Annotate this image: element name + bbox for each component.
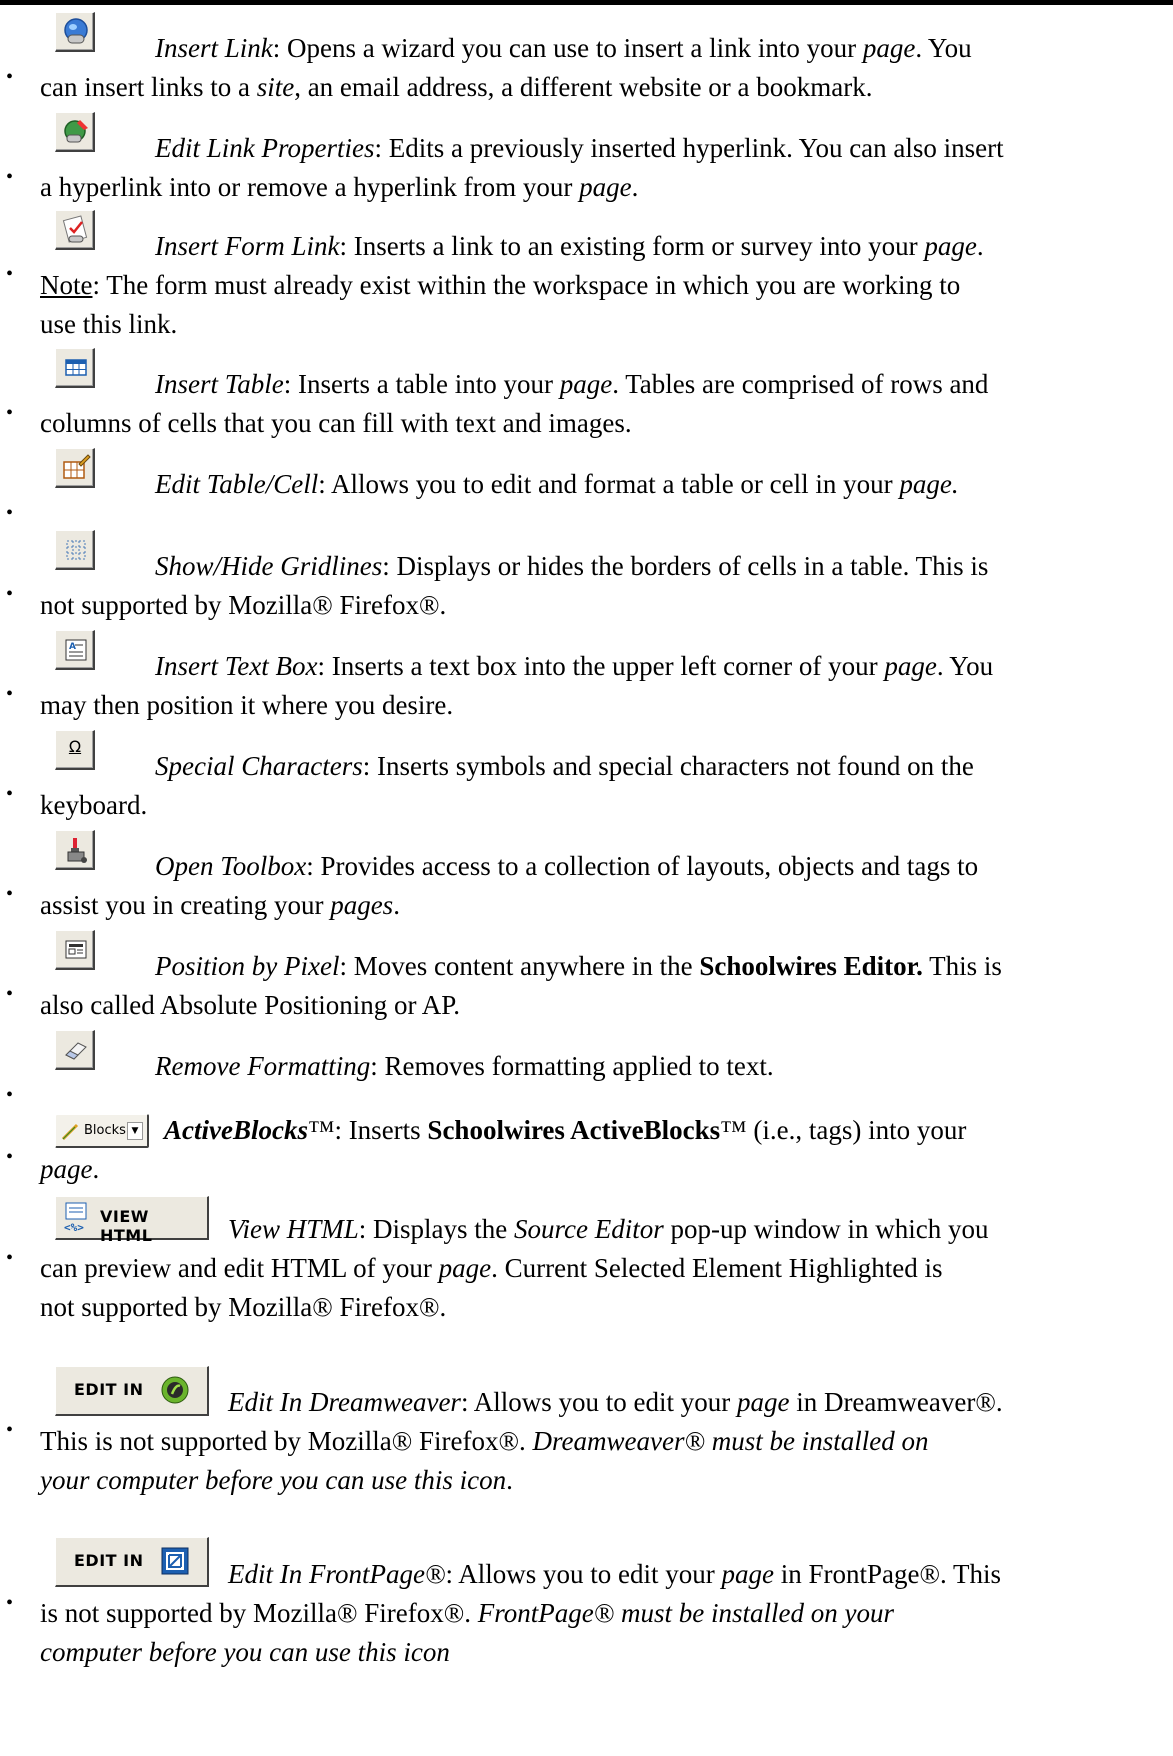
item-title: Insert Form Link — [155, 231, 340, 261]
insert-table-button[interactable] — [55, 348, 95, 388]
chevron-down-icon: ▼ — [127, 1122, 143, 1140]
bullet: • — [6, 502, 14, 524]
edit-in-frontpage-button[interactable]: EDIT IN — [55, 1537, 209, 1587]
gridlines-icon — [66, 540, 86, 560]
svg-text:<%>: <%> — [64, 1221, 84, 1234]
insert-form-link-icon — [62, 215, 88, 243]
bullet: • — [6, 983, 14, 1005]
position-pixel-icon — [65, 940, 87, 959]
item-title: Edit Table/Cell — [155, 469, 319, 499]
note-label: Note — [40, 270, 93, 300]
svg-text:A: A — [69, 642, 76, 652]
bullet: • — [6, 883, 14, 905]
edit-link-icon — [64, 120, 88, 143]
special-characters-button[interactable]: Ω — [55, 730, 95, 770]
edit-link-button[interactable] — [55, 112, 95, 152]
position-pixel-button[interactable] — [55, 930, 95, 970]
view-html-label: VIEW HTML — [100, 1207, 153, 1245]
item-title: Insert Table — [155, 369, 284, 399]
item-title: Edit In Dreamweaver — [228, 1387, 461, 1417]
insert-table-icon — [65, 359, 87, 376]
bullet: • — [6, 1247, 14, 1269]
text-box-icon: A — [65, 639, 87, 661]
blocks-dropdown-button[interactable]: Blocks ▼ — [55, 1114, 149, 1148]
view-html-icon: <%> — [64, 1202, 87, 1234]
blocks-icon — [61, 1123, 79, 1141]
edit-table-button[interactable] — [55, 448, 95, 488]
bullet: • — [6, 402, 14, 424]
bullet: • — [6, 1146, 14, 1168]
bullet: • — [6, 166, 14, 188]
gridlines-button[interactable] — [55, 530, 95, 570]
item-title: Edit In FrontPage® — [228, 1559, 446, 1589]
bullet: • — [6, 783, 14, 805]
item-title: Open Toolbox — [155, 851, 307, 881]
item-title: Remove Formatting — [155, 1051, 371, 1081]
insert-link-button[interactable] — [55, 12, 95, 52]
dreamweaver-icon — [161, 1376, 189, 1404]
item-title: Position by Pixel — [155, 951, 340, 981]
edit-in-label: EDIT IN — [74, 1380, 144, 1399]
text-box-button[interactable]: A — [55, 630, 95, 670]
top-rule — [0, 0, 1173, 5]
item-title: Edit Link Properties — [155, 133, 375, 163]
insert-link-icon — [64, 18, 88, 44]
bullet: • — [6, 263, 14, 285]
item-title: Special Characters — [155, 751, 363, 781]
toolbox-icon — [67, 838, 87, 863]
remove-formatting-button[interactable] — [55, 1030, 95, 1070]
item-title: Show/Hide Gridlines — [155, 551, 383, 581]
item-title: Insert Text Box — [155, 651, 318, 681]
edit-table-icon — [63, 454, 91, 479]
bullet: • — [6, 1419, 14, 1441]
bullet: • — [6, 583, 14, 605]
blocks-label: Blocks — [84, 1123, 126, 1138]
frontpage-icon — [161, 1547, 189, 1575]
omega-icon: Ω — [68, 737, 82, 756]
item-title: Insert Link — [155, 33, 273, 63]
toolbox-button[interactable] — [55, 830, 95, 870]
eraser-icon — [65, 1042, 87, 1060]
view-html-button[interactable]: <%> VIEW HTML — [55, 1196, 209, 1245]
bullet: • — [6, 66, 14, 88]
bullet: • — [6, 1084, 14, 1106]
item-title: ActiveBlocks — [164, 1115, 308, 1145]
bullet: • — [6, 1592, 14, 1614]
insert-form-link-button[interactable] — [55, 210, 95, 250]
edit-in-label: EDIT IN — [74, 1551, 144, 1570]
bullet: • — [6, 683, 14, 705]
edit-in-dreamweaver-button[interactable]: EDIT IN — [55, 1366, 209, 1416]
item-title: View HTML — [228, 1214, 359, 1244]
